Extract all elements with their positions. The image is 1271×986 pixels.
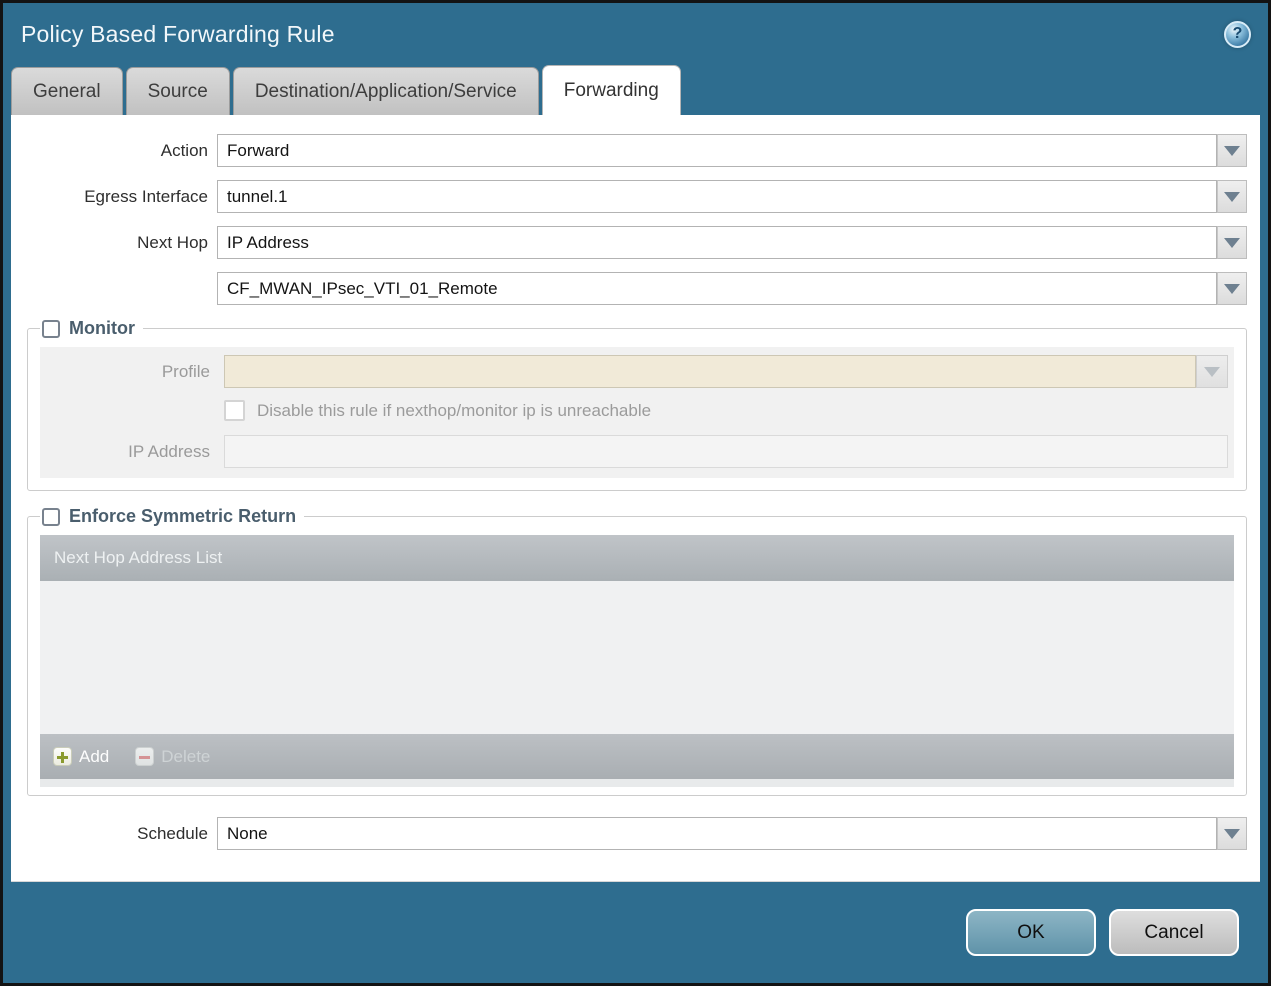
table-bottom-strip xyxy=(40,779,1234,787)
disable-rule-row: Disable this rule if nexthop/monitor ip … xyxy=(224,400,1228,421)
egress-interface-row: Egress Interface tunnel.1 xyxy=(23,180,1247,213)
next-hop-address-list-header: Next Hop Address List xyxy=(40,535,1234,581)
chevron-down-icon xyxy=(1224,145,1240,156)
next-hop-label: Next Hop xyxy=(137,232,208,252)
tab-label: Forwarding xyxy=(563,79,659,101)
profile-select xyxy=(224,355,1196,388)
next-hop-address-list-body[interactable] xyxy=(40,581,1234,734)
tab-bar: General Source Destination/Application/S… xyxy=(3,65,1268,115)
monitor-ip-address-input xyxy=(224,435,1228,468)
forwarding-tab-panel: Action Forward Egress Interface tunnel.1… xyxy=(11,115,1260,882)
action-dropdown-button[interactable] xyxy=(1217,134,1247,167)
enforce-section-title: Enforce Symmetric Return xyxy=(69,506,297,526)
egress-interface-select[interactable]: tunnel.1 xyxy=(217,180,1217,213)
enforce-symmetric-return-section: Enforce Symmetric Return Next Hop Addres… xyxy=(27,506,1247,796)
monitor-section-title: Monitor xyxy=(69,318,135,338)
next-hop-row: Next Hop IP Address xyxy=(23,226,1247,259)
cancel-button[interactable]: Cancel xyxy=(1109,909,1239,956)
schedule-select[interactable]: None xyxy=(217,817,1217,850)
ok-button[interactable]: OK xyxy=(966,909,1096,956)
next-hop-address-list-toolbar: Add Delete xyxy=(40,734,1234,779)
profile-dropdown-button xyxy=(1196,355,1228,388)
tab-destination-application-service[interactable]: Destination/Application/Service xyxy=(232,67,539,115)
monitor-ip-address-row: IP Address xyxy=(40,435,1228,468)
chevron-down-icon xyxy=(1204,366,1220,377)
action-row: Action Forward xyxy=(23,134,1247,167)
enforce-legend: Enforce Symmetric Return xyxy=(40,506,304,527)
monitor-panel: Profile Disable this rule if nexthop/mon… xyxy=(40,347,1234,478)
next-hop-dropdown-button[interactable] xyxy=(1217,226,1247,259)
monitor-ip-address-label: IP Address xyxy=(128,441,210,461)
help-glyph: ? xyxy=(1232,25,1243,42)
chevron-down-icon xyxy=(1224,191,1240,202)
tab-label: Destination/Application/Service xyxy=(254,80,517,102)
next-hop-address-dropdown-button[interactable] xyxy=(1217,272,1247,305)
tab-general[interactable]: General xyxy=(11,67,123,115)
next-hop-address-row: CF_MWAN_IPsec_VTI_01_Remote xyxy=(23,272,1247,305)
add-button-label: Add xyxy=(79,746,110,766)
next-hop-address-list-table: Next Hop Address List Add Delete xyxy=(40,535,1234,787)
add-button[interactable]: Add xyxy=(53,747,109,767)
chevron-down-icon xyxy=(1224,237,1240,248)
dialog-title: Policy Based Forwarding Rule xyxy=(21,20,335,47)
action-label: Action xyxy=(160,140,208,160)
monitor-checkbox[interactable] xyxy=(42,319,60,338)
plus-icon xyxy=(53,747,72,766)
action-select[interactable]: Forward xyxy=(217,134,1217,167)
schedule-dropdown-button[interactable] xyxy=(1217,817,1247,850)
chevron-down-icon xyxy=(1224,283,1240,294)
pbf-rule-dialog: Policy Based Forwarding Rule ? General S… xyxy=(0,0,1271,986)
tab-label: General xyxy=(33,80,101,102)
delete-button: Delete xyxy=(135,747,210,767)
egress-interface-dropdown-button[interactable] xyxy=(1217,180,1247,213)
delete-button-label: Delete xyxy=(161,746,211,766)
chevron-down-icon xyxy=(1224,828,1240,839)
next-hop-address-list-header-label: Next Hop Address List xyxy=(54,548,223,567)
dialog-footer: OK Cancel xyxy=(3,882,1268,983)
next-hop-address-select[interactable]: CF_MWAN_IPsec_VTI_01_Remote xyxy=(217,272,1217,305)
enforce-symmetric-return-checkbox[interactable] xyxy=(42,507,60,526)
schedule-row: Schedule None xyxy=(23,817,1247,850)
tab-label: Source xyxy=(147,80,208,102)
disable-rule-label: Disable this rule if nexthop/monitor ip … xyxy=(257,400,652,420)
next-hop-type-select[interactable]: IP Address xyxy=(217,226,1217,259)
help-icon[interactable]: ? xyxy=(1224,20,1251,48)
egress-interface-label: Egress Interface xyxy=(84,186,208,206)
minus-icon xyxy=(135,747,155,766)
profile-row: Profile xyxy=(40,355,1228,388)
schedule-label: Schedule xyxy=(137,823,208,843)
tab-forwarding[interactable]: Forwarding xyxy=(541,65,681,115)
monitor-legend: Monitor xyxy=(40,318,143,339)
profile-label: Profile xyxy=(161,361,210,381)
tab-source[interactable]: Source xyxy=(125,67,230,115)
disable-rule-checkbox xyxy=(224,400,245,421)
monitor-section: Monitor Profile Disable this rule if nex… xyxy=(27,318,1247,491)
title-bar: Policy Based Forwarding Rule ? xyxy=(3,3,1268,65)
